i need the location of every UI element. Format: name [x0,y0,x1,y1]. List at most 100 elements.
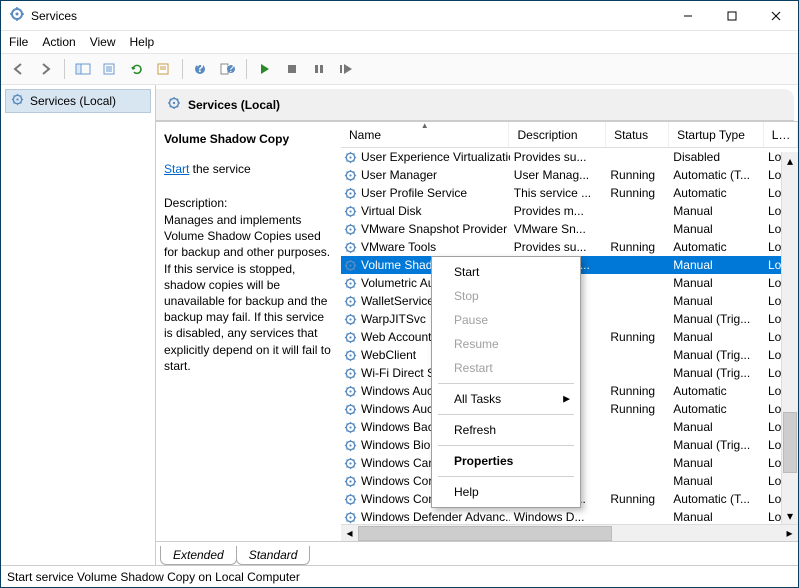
service-startup-cell: Manual [669,510,764,524]
service-startup-cell: Automatic (T... [669,168,764,182]
service-desc-cell: User Manag... [510,168,607,182]
service-startup-cell: Manual [669,474,764,488]
chevron-right-icon: ▶ [563,394,570,405]
gear-icon [343,348,358,363]
description-text: Manages and implements Volume Shadow Cop… [164,212,333,374]
service-status-cell: Running [606,492,669,506]
close-button[interactable] [754,1,798,31]
column-header-startup[interactable]: Startup Type [669,122,764,147]
scroll-up-button[interactable]: ▴ [782,152,798,169]
gear-icon [343,258,358,273]
properties-button[interactable] [152,57,176,81]
menu-action[interactable]: Action [42,35,75,49]
service-name-cell: Windows Bior [361,438,434,452]
service-startup-cell: Manual [669,276,764,290]
service-status-cell: Running [606,384,669,398]
scroll-right-button[interactable]: ▸ [781,525,798,542]
gear-icon [343,240,358,255]
forward-button[interactable] [34,57,58,81]
column-header-name[interactable]: Name [341,122,509,147]
table-row[interactable]: Virtual DiskProvides m...ManualLoc [341,202,798,220]
window-title: Services [31,9,666,23]
ctx-help[interactable]: Help [434,480,578,504]
ctx-all-tasks-label: All Tasks [454,392,501,406]
horizontal-scrollbar[interactable]: ◂ ▸ [341,524,798,541]
export-list-button[interactable] [98,57,122,81]
scroll-left-button[interactable]: ◂ [341,525,358,542]
ctx-properties[interactable]: Properties [434,449,578,473]
maximize-button[interactable] [710,1,754,31]
column-header-description[interactable]: Description [509,122,606,147]
column-header-logon[interactable]: Log [764,122,798,147]
minimize-button[interactable] [666,1,710,31]
gear-icon [343,384,358,399]
service-desc-cell: Provides su... [510,240,607,254]
service-desc-cell: Windows D... [510,510,607,524]
tab-extended[interactable]: Extended [160,546,237,565]
start-service-link[interactable]: Start [164,162,189,176]
service-name-cell: WebClient [361,348,416,362]
ctx-separator [438,445,574,446]
help-button[interactable]: ? [189,57,213,81]
ctx-separator [438,414,574,415]
tab-standard[interactable]: Standard [236,546,311,565]
service-desc-cell: Provides su... [510,150,607,164]
menu-file[interactable]: File [9,35,28,49]
service-startup-cell: Automatic [669,186,764,200]
column-header-status[interactable]: Status [606,122,669,147]
service-desc-cell: Provides m... [510,204,607,218]
table-row[interactable]: Windows Defender Advanc...Windows D...Ma… [341,508,798,524]
ctx-refresh[interactable]: Refresh [434,418,578,442]
services-app-icon [9,6,25,25]
service-status-cell: Running [606,240,669,254]
back-button[interactable] [7,57,31,81]
menu-view[interactable]: View [90,35,116,49]
start-service-button[interactable] [253,57,277,81]
ctx-pause: Pause [434,308,578,332]
ctx-stop: Stop [434,284,578,308]
pause-service-button[interactable] [307,57,331,81]
service-name-cell: VMware Tools [361,240,436,254]
selected-service-name: Volume Shadow Copy [164,132,333,146]
service-name-cell: User Experience Virtualizatio... [361,150,510,164]
service-name-cell: User Manager [361,168,437,182]
service-startup-cell: Manual [669,258,764,272]
service-name-cell: Windows Bac [361,420,434,434]
gear-icon [343,456,358,471]
svg-text:?: ? [228,62,235,75]
start-service-tail: the service [189,162,250,176]
table-row[interactable]: User Profile ServiceThis service ...Runn… [341,184,798,202]
gear-icon [343,222,358,237]
gear-icon [10,92,25,110]
table-row[interactable]: VMware ToolsProvides su...RunningAutomat… [341,238,798,256]
refresh-button[interactable] [125,57,149,81]
table-row[interactable]: User ManagerUser Manag...RunningAutomati… [341,166,798,184]
service-startup-cell: Manual [669,222,764,236]
menu-help[interactable]: Help [130,35,155,49]
service-startup-cell: Manual (Trig... [669,348,764,362]
service-status-cell: Running [606,330,669,344]
service-desc-cell: This service ... [510,186,607,200]
titlebar: Services [1,1,798,31]
ctx-separator [438,476,574,477]
gear-icon [343,510,358,525]
help-list-button[interactable]: ? [216,57,240,81]
service-startup-cell: Automatic (T... [669,492,764,506]
table-row[interactable]: User Experience Virtualizatio...Provides… [341,148,798,166]
hscroll-thumb[interactable] [358,526,612,541]
table-row[interactable]: VMware Snapshot ProviderVMware Sn...Manu… [341,220,798,238]
toolbar-separator [182,59,183,79]
scroll-down-button[interactable]: ▾ [782,507,798,524]
restart-service-button[interactable] [334,57,358,81]
tree-root-services-local[interactable]: Services (Local) [5,89,151,113]
ctx-all-tasks[interactable]: All Tasks ▶ [434,387,578,411]
menubar: File Action View Help [1,31,798,53]
service-startup-cell: Manual (Trig... [669,312,764,326]
stop-service-button[interactable] [280,57,304,81]
ctx-start[interactable]: Start [434,260,578,284]
show-hide-tree-button[interactable] [71,57,95,81]
vscroll-thumb[interactable] [783,412,797,473]
statusbar: Start service Volume Shadow Copy on Loca… [1,565,798,587]
vertical-scrollbar[interactable]: ▴ ▾ [781,152,798,524]
gear-icon [343,492,358,507]
